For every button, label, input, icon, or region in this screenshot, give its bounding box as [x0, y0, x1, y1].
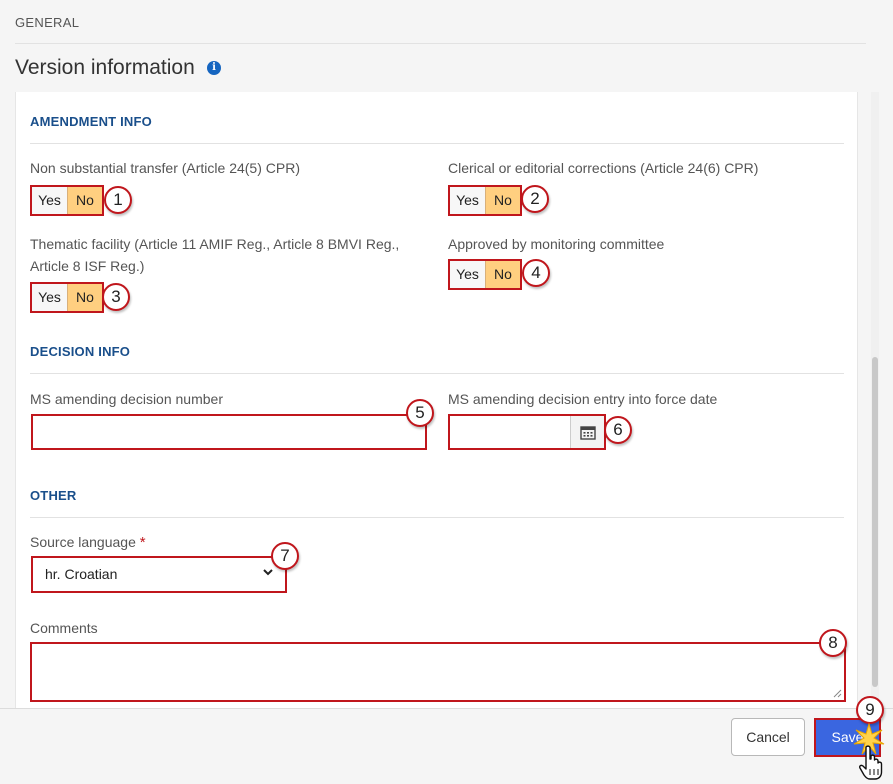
thematic-label-line2: Article 8 ISF Reg.) [30, 258, 145, 274]
section-title-other: OTHER [30, 488, 77, 503]
info-icon[interactable]: i [207, 61, 221, 75]
cancel-button[interactable]: Cancel [731, 718, 805, 756]
header-divider [15, 43, 866, 44]
hand-cursor-icon [859, 745, 883, 780]
section-title-amendment: AMENDMENT INFO [30, 114, 152, 129]
section-title-decision: DECISION INFO [30, 344, 131, 359]
decision-date-label: MS amending decision entry into force da… [448, 391, 718, 407]
thematic-yes-option[interactable]: Yes [32, 284, 68, 311]
source-language-select[interactable]: hr. Croatian [31, 556, 287, 593]
section-divider [30, 373, 844, 374]
thematic-toggle: Yes No [30, 282, 104, 313]
vertical-scrollbar[interactable] [871, 92, 879, 708]
decision-date-text[interactable] [450, 416, 570, 448]
callout-badge-1: 1 [104, 186, 132, 214]
source-language-value: hr. Croatian [45, 566, 118, 582]
calendar-icon[interactable] [570, 416, 604, 448]
callout-badge-8: 8 [819, 629, 847, 657]
section-label-general: GENERAL [15, 15, 80, 30]
callout-badge-7: 7 [271, 542, 299, 570]
approved-no-option[interactable]: No [486, 261, 520, 288]
non-substantial-label: Non substantial transfer (Article 24(5) … [30, 160, 300, 176]
approved-toggle: Yes No [448, 259, 522, 290]
non-substantial-yes-option[interactable]: Yes [32, 187, 68, 214]
thematic-no-option[interactable]: No [68, 284, 102, 311]
clerical-label: Clerical or editorial corrections (Artic… [448, 160, 759, 176]
comments-textarea[interactable] [30, 642, 846, 702]
approved-yes-option[interactable]: Yes [450, 261, 486, 288]
clerical-yes-option[interactable]: Yes [450, 187, 486, 214]
callout-badge-6: 6 [604, 416, 632, 444]
approved-label: Approved by monitoring committee [448, 236, 665, 252]
callout-badge-3: 3 [102, 283, 130, 311]
comments-label: Comments [30, 620, 98, 636]
decision-date-input[interactable] [448, 414, 606, 450]
chevron-down-icon [263, 569, 273, 576]
decision-number-input[interactable] [31, 414, 427, 450]
resize-grip-icon[interactable] [833, 689, 842, 698]
thematic-label-line1: Thematic facility (Article 11 AMIF Reg.,… [30, 236, 400, 252]
non-substantial-toggle: Yes No [30, 185, 104, 216]
section-divider [30, 517, 844, 518]
source-language-label-text: Source language [30, 534, 136, 550]
callout-badge-2: 2 [521, 185, 549, 213]
page-title: Version information [15, 56, 195, 79]
decision-number-label: MS amending decision number [30, 391, 223, 407]
non-substantial-no-option[interactable]: No [68, 187, 102, 214]
required-marker: * [139, 534, 146, 551]
source-language-label: Source language * [30, 531, 146, 554]
clerical-toggle: Yes No [448, 185, 522, 216]
clerical-no-option[interactable]: No [486, 187, 520, 214]
callout-badge-5: 5 [406, 399, 434, 427]
section-divider [30, 143, 844, 144]
callout-badge-4: 4 [522, 259, 550, 287]
scrollbar-thumb[interactable] [872, 357, 878, 687]
